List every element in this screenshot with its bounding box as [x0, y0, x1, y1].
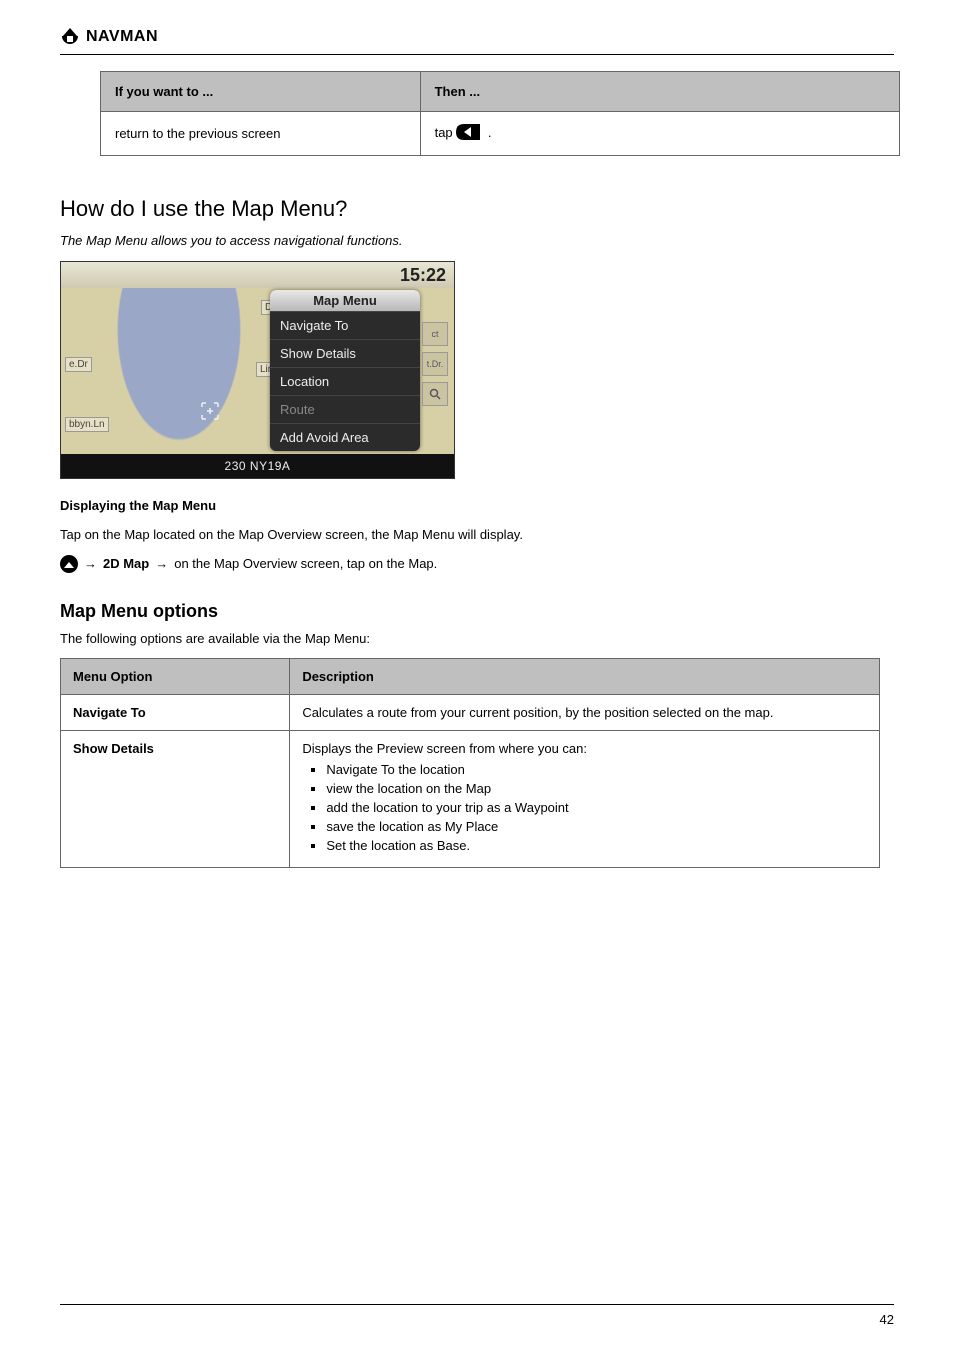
map-menu-item-location: Location [270, 367, 420, 395]
opt-col-menu: Menu Option [61, 659, 290, 695]
brand-logo: NAVMAN [60, 28, 894, 46]
map-address-bar: 230 NY19A [61, 454, 454, 478]
brand-name: NAVMAN [86, 28, 158, 46]
want-prev-screen: return to the previous screen [101, 112, 421, 156]
navman-logo-icon [60, 28, 80, 46]
page-number: 42 [880, 1312, 894, 1327]
label-e-dr: e.Dr [65, 357, 92, 372]
nav-arrow-2: → [155, 556, 168, 571]
opt-navto-label: Navigate To [61, 695, 290, 731]
tap-text-suffix: . [488, 125, 492, 140]
list-item: Navigate To the location [326, 762, 867, 777]
want-then-table: If you want to ... Then ... return to th… [100, 71, 900, 156]
opt-details-label: Show Details [61, 731, 290, 868]
tap-text-prefix: tap [435, 125, 457, 140]
map-menu-popup: Map Menu Navigate To Show Details Locati… [270, 290, 420, 451]
list-item: add the location to your trip as a Waypo… [326, 800, 867, 815]
footer-rule [60, 1304, 894, 1305]
opt-details-lead: Displays the Preview screen from where y… [302, 741, 587, 756]
section-title-map-menu: How do I use the Map Menu? [60, 196, 894, 222]
map-time: 15:22 [61, 262, 454, 288]
map-menu-options-title: Map Menu options [60, 601, 894, 622]
then-col-header: Then ... [420, 72, 899, 112]
side-icon-search [422, 382, 448, 406]
list-item: Set the location as Base. [326, 838, 867, 853]
want-col-header: If you want to ... [101, 72, 421, 112]
map-menu-item-avoid: Add Avoid Area [270, 423, 420, 451]
then-tap-back: tap . [420, 112, 899, 156]
list-item: view the location on the Map [326, 781, 867, 796]
nav-arrow-1: → [84, 556, 97, 571]
map-menu-intro: The Map Menu allows you to access naviga… [60, 232, 894, 251]
map-menu-screenshot: 15:22 Divot. e.Dr Links.Dr. bbyn.Ln G Ma… [60, 261, 455, 479]
map-menu-popup-title: Map Menu [270, 290, 420, 311]
map-menu-options-table: Menu Option Description Navigate To Calc… [60, 658, 880, 868]
opt-col-desc: Description [290, 659, 880, 695]
map-side-icons: ct t.Dr. [422, 322, 452, 412]
list-item: save the location as My Place [326, 819, 867, 834]
main-menu-icon [60, 555, 78, 573]
opt-details-list: Navigate To the location view the locati… [326, 762, 867, 853]
table-row: Show Details Displays the Preview screen… [61, 731, 880, 868]
navigation-path: → 2D Map → on the Map Overview screen, t… [60, 555, 894, 573]
displaying-text: Tap on the Map located on the Map Overvi… [60, 526, 894, 545]
map-menu-item-details: Show Details [270, 339, 420, 367]
map-menu-options-intro: The following options are available via … [60, 630, 894, 649]
opt-details-desc: Displays the Preview screen from where y… [290, 731, 880, 868]
side-icon-ct: ct [422, 322, 448, 346]
opt-navto-desc: Calculates a route from your current pos… [290, 695, 880, 731]
map-menu-item-route: Route [270, 395, 420, 423]
table-row: Navigate To Calculates a route from your… [61, 695, 880, 731]
displaying-heading: Displaying the Map Menu [60, 497, 894, 516]
label-bbyn: bbyn.Ln [65, 417, 109, 432]
crosshair-icon [199, 400, 221, 422]
map-menu-item-nav: Navigate To [270, 311, 420, 339]
back-icon [456, 124, 480, 143]
nav-step-2dmap: 2D Map [103, 556, 149, 571]
side-icon-tdr: t.Dr. [422, 352, 448, 376]
nav-step-tap-map: on the Map Overview screen, tap on the M… [174, 556, 437, 571]
